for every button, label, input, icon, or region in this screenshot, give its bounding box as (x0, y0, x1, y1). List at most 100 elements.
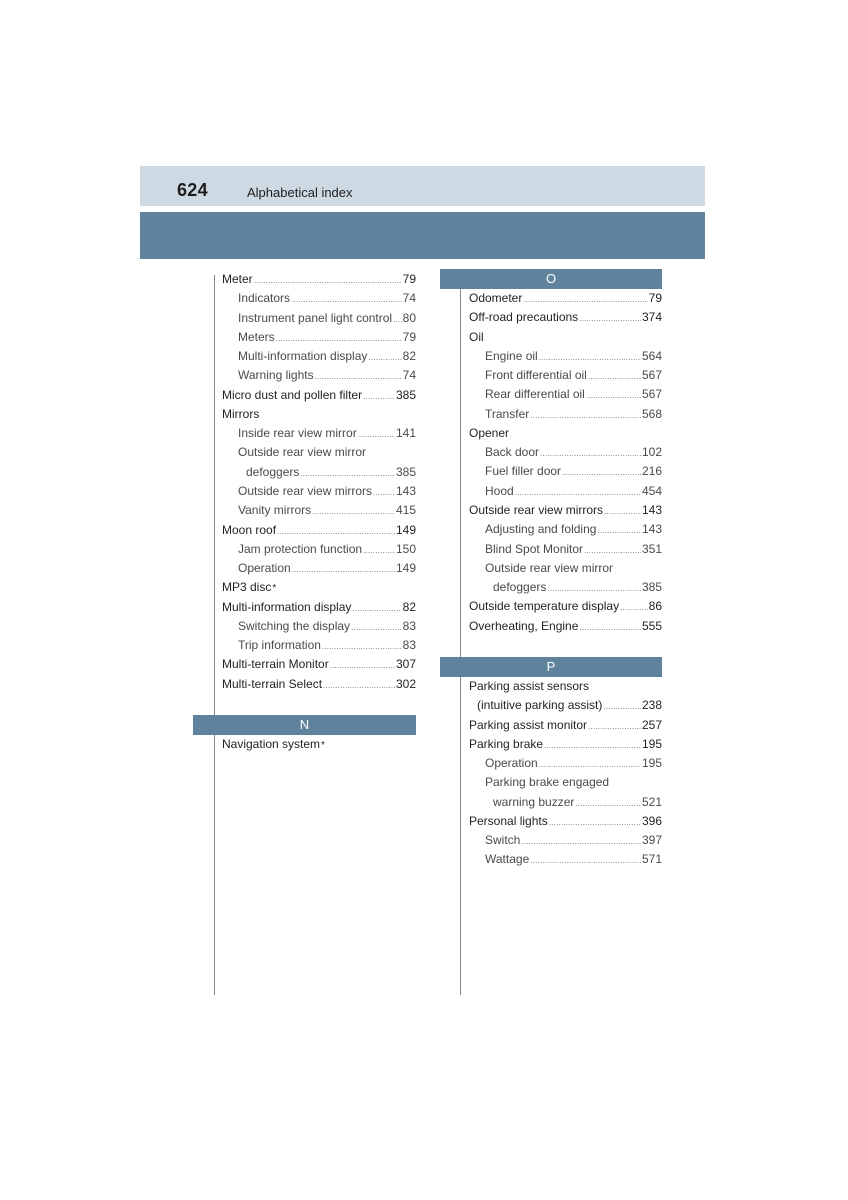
page-reference: 86 (648, 599, 662, 614)
index-entry[interactable]: Multi-information display 82 (222, 598, 416, 617)
index-entry[interactable]: Switch 397 (485, 831, 662, 850)
entry-label: Personal lights (469, 813, 548, 828)
entry-label: Overheating, Engine (469, 618, 579, 633)
page-reference: 80 (402, 310, 416, 325)
index-entry[interactable]: Personal lights 396 (469, 812, 662, 831)
index-entry[interactable]: Front differential oil 567 (485, 366, 662, 385)
index-entry[interactable]: Outside temperature display 86 (469, 597, 662, 616)
leader-dots (604, 502, 641, 521)
page-reference: 567 (641, 387, 662, 402)
index-entry[interactable]: Trip information 83 (238, 636, 416, 655)
entry-label: Moon roof (222, 522, 277, 537)
index-entry[interactable]: Parking assist monitor 257 (469, 716, 662, 735)
entry-label: Hood (485, 483, 514, 498)
page-reference: 79 (402, 329, 416, 344)
entry-label: Warning lights (238, 368, 314, 383)
page-reference: 195 (641, 736, 662, 751)
index-entry[interactable]: (intuitive parking assist) 238 (477, 696, 662, 715)
index-entry[interactable]: Wattage 571 (485, 850, 662, 869)
page-reference: 216 (641, 464, 662, 479)
leader-dots (549, 813, 641, 832)
entry-label: Adjusting and folding (485, 522, 597, 537)
index-entry[interactable]: Parking assist sensors (469, 677, 662, 696)
index-entry[interactable]: Multi-information display 82 (238, 347, 416, 366)
page-reference: 74 (402, 291, 416, 306)
page-reference: 143 (395, 483, 416, 498)
page-reference: 454 (641, 483, 662, 498)
page-reference: 385 (641, 580, 662, 595)
entry-label: MP3 disc (222, 580, 272, 595)
leader-dots (523, 290, 647, 309)
entry-label: Multi-information display (222, 599, 352, 614)
index-entry[interactable]: Navigation system * (222, 735, 416, 754)
index-entry[interactable]: Instrument panel light control 80 (238, 309, 416, 328)
index-entry[interactable]: Outside rear view mirrors 143 (238, 482, 416, 501)
entry-label: Parking assist monitor (469, 717, 588, 732)
entry-label: Operation (238, 561, 291, 576)
index-entry[interactable]: Operation 149 (238, 559, 416, 578)
page-reference: 149 (395, 522, 416, 537)
leader-dots (300, 464, 395, 483)
index-entry[interactable]: defoggers 385 (493, 578, 662, 597)
entry-label: Parking brake engaged (485, 775, 610, 790)
entry-label: Outside rear view mirrors (238, 483, 373, 498)
index-entry[interactable]: Parking brake engaged (485, 773, 662, 792)
index-entry[interactable]: warning buzzer 521 (493, 793, 662, 812)
index-entry[interactable]: Indicators 74 (238, 289, 416, 308)
index-entry[interactable]: Switching the display 83 (238, 617, 416, 636)
index-entry[interactable]: Inside rear view mirror 141 (238, 424, 416, 443)
page-reference: 141 (395, 426, 416, 441)
entry-label: Rear differential oil (485, 387, 585, 402)
index-entry[interactable]: Vanity mirrors 415 (238, 501, 416, 520)
index-entry[interactable]: Overheating, Engine 555 (469, 617, 662, 636)
index-entry[interactable]: Blind Spot Monitor 351 (485, 540, 662, 559)
index-entry[interactable]: Opener (469, 424, 662, 443)
page-title: Alphabetical index (247, 185, 353, 200)
index-entry[interactable]: MP3 disc * (222, 578, 416, 597)
index-entry[interactable]: Multi-terrain Monitor 307 (222, 655, 416, 674)
leader-dots (363, 541, 395, 560)
page-reference: 83 (402, 638, 416, 653)
entry-label: Switch (485, 833, 521, 848)
index-entry[interactable]: Oil (469, 328, 662, 347)
entry-label: Multi-terrain Monitor (222, 657, 329, 672)
index-entry[interactable]: Meters 79 (238, 328, 416, 347)
index-entry[interactable]: Jam protection function 150 (238, 540, 416, 559)
leader-dots (530, 851, 641, 870)
index-entry[interactable]: Outside rear view mirrors 143 (469, 501, 662, 520)
leader-dots (358, 425, 395, 444)
index-entry[interactable]: Multi-terrain Select 302 (222, 675, 416, 694)
index-entry[interactable]: Warning lights 74 (238, 366, 416, 385)
index-entry[interactable]: Outside rear view mirror (485, 559, 662, 578)
index-entry[interactable]: Outside rear view mirror (238, 443, 416, 462)
index-entry[interactable]: Rear differential oil 567 (485, 385, 662, 404)
index-entry[interactable]: Micro dust and pollen filter 385 (222, 386, 416, 405)
index-entry[interactable]: Hood 454 (485, 482, 662, 501)
entry-label: Operation (485, 756, 538, 771)
leader-dots (312, 502, 395, 521)
entry-label: Transfer (485, 406, 530, 421)
entry-label: Vanity mirrors (238, 503, 312, 518)
index-entry[interactable]: Parking brake 195 (469, 735, 662, 754)
index-entry[interactable]: Back door 102 (485, 443, 662, 462)
index-entry[interactable]: Odometer 79 (469, 289, 662, 308)
entry-label: Blind Spot Monitor (485, 541, 584, 556)
page-reference: 150 (395, 541, 416, 556)
page-reference: 397 (641, 833, 662, 848)
entry-label: Oil (469, 329, 484, 344)
index-entry[interactable]: Fuel filler door 216 (485, 462, 662, 481)
index-entry[interactable]: Engine oil 564 (485, 347, 662, 366)
index-entry[interactable]: Moon roof 149 (222, 521, 416, 540)
index-entry[interactable]: Operation 195 (485, 754, 662, 773)
entry-label: Engine oil (485, 348, 538, 363)
leader-dots (588, 717, 641, 736)
index-entry[interactable]: Adjusting and folding 143 (485, 520, 662, 539)
index-entry[interactable]: Meter 79 (222, 270, 416, 289)
page-number: 624 (177, 180, 208, 200)
index-entry[interactable]: Off-road precautions 374 (469, 308, 662, 327)
index-entry[interactable]: defoggers 385 (246, 463, 416, 482)
index-entry[interactable]: Mirrors (222, 405, 416, 424)
page-reference: 257 (641, 717, 662, 732)
leader-dots (620, 598, 648, 617)
index-entry[interactable]: Transfer 568 (485, 405, 662, 424)
